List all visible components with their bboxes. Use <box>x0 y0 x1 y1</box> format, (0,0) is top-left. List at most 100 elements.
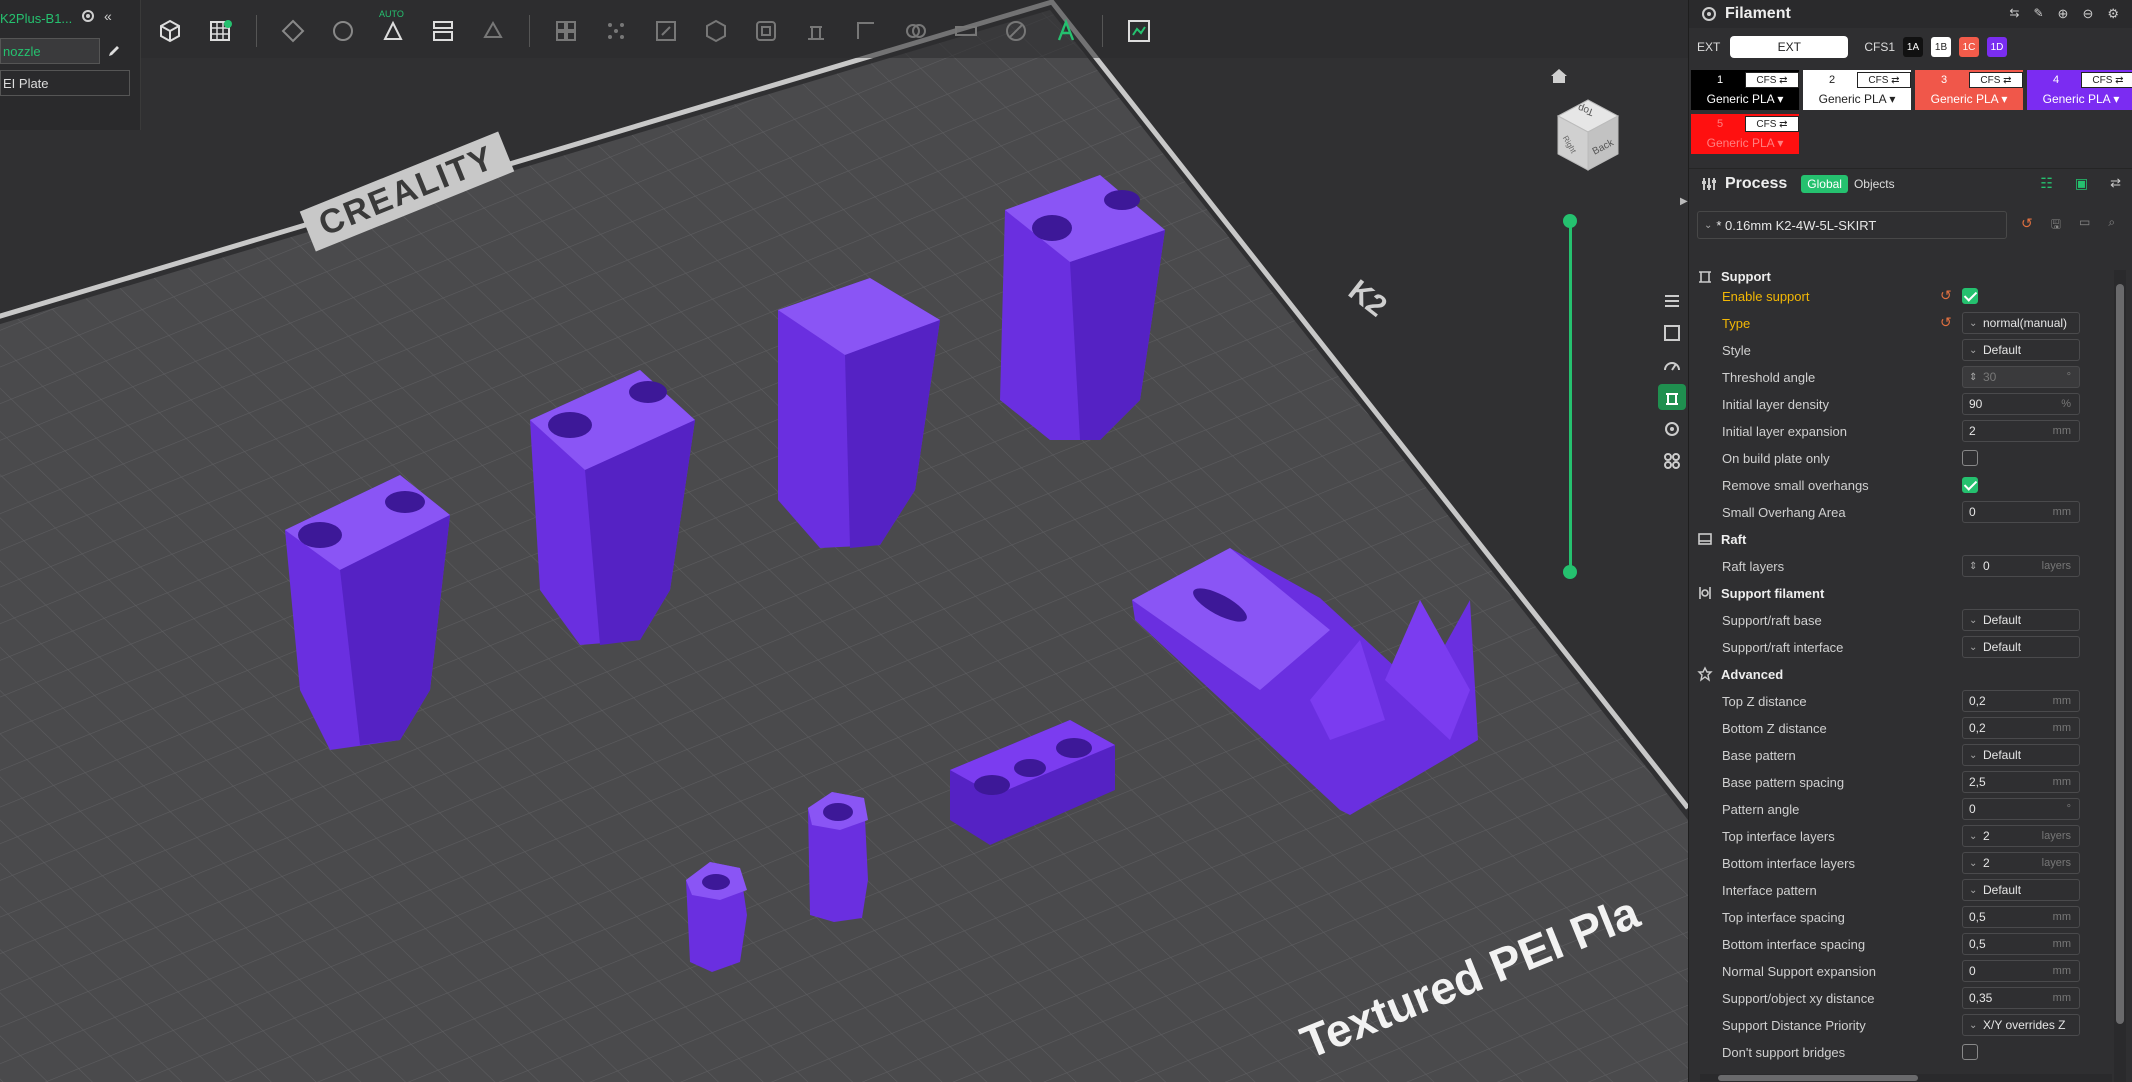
support-style-select[interactable]: ⌄ Default <box>1962 339 2080 361</box>
nozzle-select[interactable]: nozzle <box>0 38 100 64</box>
top-interface-spacing-input[interactable]: 0,5 mm <box>1962 906 2080 928</box>
process-sync-icon[interactable]: ⇄ <box>2110 175 2121 192</box>
layer-slider[interactable] <box>1569 220 1572 572</box>
build-plate-only-checkbox[interactable] <box>1962 450 1978 466</box>
slot-1a[interactable]: 1A <box>1903 37 1924 57</box>
raft-interface-select[interactable]: ⌄ Default <box>1962 636 2080 658</box>
cfs-button[interactable]: CFS ⇄ <box>2081 72 2132 88</box>
filament-card-2[interactable]: 2 CFS ⇄ Generic PLA ▾ <box>1803 70 1911 110</box>
collapse-left-icon[interactable]: « <box>104 8 112 29</box>
tab-objects[interactable]: Objects <box>1854 177 1895 191</box>
3d-viewport[interactable]: CREALITY K2 Textured PEI Pla K2Plus-B1..… <box>0 0 1688 1082</box>
xy-distance-input[interactable]: 0,35 mm <box>1962 987 2080 1009</box>
grid-add-icon[interactable] <box>200 11 240 51</box>
remove-small-overhangs-checkbox[interactable] <box>1962 477 1978 493</box>
raft-layers-input[interactable]: ⇕ 0 layers <box>1962 555 2080 577</box>
filament-card-1[interactable]: 1 CFS ⇄ Generic PLA ▾ <box>1691 70 1799 110</box>
layout-grid-icon[interactable] <box>546 11 586 51</box>
raft-base-select[interactable]: ⌄ Default <box>1962 609 2080 631</box>
speed-icon[interactable] <box>1658 352 1686 378</box>
normal-expansion-input[interactable]: 0 mm <box>1962 960 2080 982</box>
base-pattern-select[interactable]: ⌄ Default <box>1962 744 2080 766</box>
pattern-angle-input[interactable]: 0 ° <box>1962 798 2080 820</box>
settings-scrollbar[interactable] <box>2114 270 2126 1082</box>
search-icon[interactable]: ⌕ <box>2108 215 2115 236</box>
filament-name[interactable]: Generic PLA ▾ <box>1803 92 1911 106</box>
cfs-button[interactable]: CFS ⇄ <box>1745 116 1799 132</box>
cfs-button[interactable]: CFS ⇄ <box>1857 72 1911 88</box>
mesh-boolean-icon[interactable] <box>896 11 936 51</box>
support-icon[interactable] <box>1658 384 1686 410</box>
dont-support-bridges-checkbox[interactable] <box>1962 1044 1978 1060</box>
strength-icon[interactable] <box>1658 320 1686 346</box>
hollow-icon[interactable] <box>746 11 786 51</box>
process-preset-select[interactable]: ⌄ * 0.16mm K2-4W-5L-SKIRT <box>1697 211 2007 239</box>
paint-icon[interactable] <box>473 11 513 51</box>
top-z-input[interactable]: 0,2 mm <box>1962 690 2080 712</box>
filament-card-4[interactable]: 4 CFS ⇄ Generic PLA ▾ <box>2027 70 2132 110</box>
ext-select[interactable]: EXT <box>1730 36 1849 58</box>
advanced-toggle-icon[interactable]: ▣ <box>2075 175 2088 192</box>
sync-icon[interactable]: ⇆ <box>2009 6 2019 22</box>
slot-1b[interactable]: 1B <box>1931 37 1952 57</box>
save-icon[interactable]: 🖫 <box>2051 215 2061 236</box>
scatter-icon[interactable] <box>596 11 636 51</box>
add-cube-icon[interactable] <box>150 11 190 51</box>
printer-name[interactable]: K2Plus-B1... <box>0 6 136 30</box>
assembly-icon[interactable] <box>1119 11 1159 51</box>
bottom-z-input[interactable]: 0,2 mm <box>1962 717 2080 739</box>
reset-icon[interactable]: ↺ <box>1940 314 1952 331</box>
measure-icon[interactable] <box>946 11 986 51</box>
support-paint-icon[interactable] <box>796 11 836 51</box>
small-overhang-area-input[interactable]: 0 mm <box>1962 501 2080 523</box>
collapse-right-icon[interactable]: ▶ <box>1680 196 1688 207</box>
filament-card-3[interactable]: 3 CFS ⇄ Generic PLA ▾ <box>1915 70 2023 110</box>
initial-density-input[interactable]: 90% <box>1962 393 2080 415</box>
seam-paint-icon[interactable] <box>846 11 886 51</box>
slot-1c[interactable]: 1C <box>1959 37 1980 57</box>
interface-pattern-select[interactable]: ⌄ Default <box>1962 879 2080 901</box>
scale-icon[interactable] <box>646 11 686 51</box>
orient-icon[interactable] <box>323 11 363 51</box>
build-plate-scene[interactable] <box>0 0 1688 1082</box>
filament-card-5[interactable]: 5 CFS ⇄ Generic PLA ▾ <box>1691 114 1799 154</box>
reset-icon[interactable]: ↺ <box>1940 287 1952 304</box>
add-filament-icon[interactable]: ⊕ <box>2058 6 2069 22</box>
cfs-button[interactable]: CFS ⇄ <box>1745 72 1799 88</box>
text-icon[interactable] <box>1046 11 1086 51</box>
slot-1d[interactable]: 1D <box>1987 37 2008 57</box>
cube-cut-icon[interactable] <box>696 11 736 51</box>
compare-icon[interactable]: ☷ <box>2040 175 2053 192</box>
others-icon[interactable] <box>1658 416 1686 442</box>
hscrollbar-thumb[interactable] <box>1718 1075 1918 1081</box>
enable-support-checkbox[interactable] <box>1962 288 1978 304</box>
layer-slider-bottom-knob[interactable] <box>1563 565 1577 579</box>
home-view-icon[interactable] <box>1550 68 1568 89</box>
bottom-interface-layers-select[interactable]: ⌄ 2 layers <box>1962 852 2080 874</box>
edit-icon[interactable] <box>100 38 128 64</box>
filament-name[interactable]: Generic PLA ▾ <box>1691 136 1799 150</box>
save-as-icon[interactable]: ▭ <box>2079 215 2090 236</box>
multimaterial-icon[interactable] <box>1658 448 1686 474</box>
remove-filament-icon[interactable]: ⊖ <box>2082 6 2093 22</box>
layer-slider-top-knob[interactable] <box>1563 214 1577 228</box>
settings-hscrollbar[interactable] <box>1700 1074 2112 1082</box>
slash-icon[interactable] <box>996 11 1036 51</box>
support-type-select[interactable]: ⌄ normal(manual) <box>1962 312 2080 334</box>
distance-priority-select[interactable]: ⌄ X/Y overrides Z <box>1962 1014 2080 1036</box>
top-interface-layers-select[interactable]: ⌄ 2 layers <box>1962 825 2080 847</box>
view-cube[interactable]: Top Back Right <box>1548 94 1628 174</box>
scrollbar-thumb[interactable] <box>2116 284 2124 1024</box>
edit-filament-icon[interactable]: ✎ <box>2033 6 2043 22</box>
undo-icon[interactable]: ↺ <box>2021 215 2033 236</box>
threshold-angle-input[interactable]: ⇕ 30 ° <box>1962 366 2080 388</box>
filament-settings-icon[interactable]: ⚙ <box>2107 6 2119 22</box>
filament-name[interactable]: Generic PLA ▾ <box>2027 92 2132 106</box>
bottom-interface-spacing-input[interactable]: 0,5 mm <box>1962 933 2080 955</box>
cfs-button[interactable]: CFS ⇄ <box>1969 72 2023 88</box>
arrange-icon[interactable] <box>273 11 313 51</box>
base-spacing-input[interactable]: 2,5 mm <box>1962 771 2080 793</box>
split-plate-icon[interactable] <box>423 11 463 51</box>
auto-orient-icon[interactable]: AUTO <box>373 9 413 51</box>
filament-name[interactable]: Generic PLA ▾ <box>1691 92 1799 106</box>
